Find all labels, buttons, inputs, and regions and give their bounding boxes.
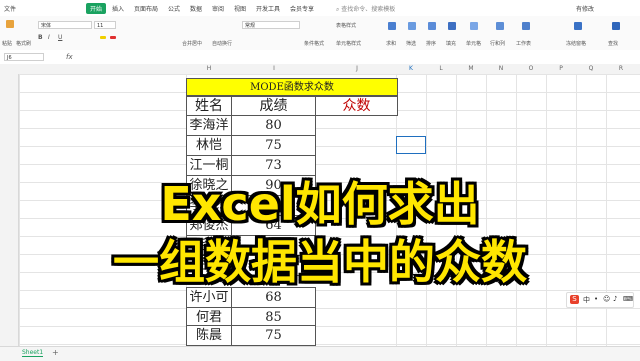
table-cell-name[interactable]: 陈晨	[186, 325, 232, 346]
column-header[interactable]: K	[396, 65, 426, 72]
table-cell-name[interactable]: 李海洋	[186, 115, 232, 136]
menu-insert[interactable]: 插入	[112, 4, 124, 13]
cell-label: 单元格	[466, 41, 482, 47]
cell-style-label[interactable]: 单元格样式	[336, 40, 361, 47]
table-cell-score[interactable]: 80	[231, 115, 316, 136]
menu-review[interactable]: 审阅	[212, 4, 224, 13]
table-title[interactable]: MODE函数求众数	[186, 78, 398, 96]
formula-bar: J6 fx	[0, 50, 640, 65]
font-name-select[interactable]: 宋体	[38, 21, 92, 29]
sheet-tab-bar: Sheet1 +	[0, 346, 640, 361]
format-painter-label[interactable]: 格式刷	[16, 40, 31, 47]
menu-member[interactable]: 会员专享	[290, 4, 314, 13]
freeze-label: 冻结窗格	[566, 41, 587, 47]
search-placeholder: 查找命令、搜索模板	[341, 6, 396, 13]
menu-bar: 文件 开始 插入 页面布局 公式 数据 审阅 视图 开发工具 会员专享 ⌕ 查找…	[0, 0, 640, 17]
ime-keyboard-icon[interactable]: ⌨	[623, 295, 633, 303]
column-header[interactable]: I	[232, 65, 316, 72]
ime-logo-icon[interactable]: S	[570, 295, 579, 304]
column-header[interactable]: L	[426, 65, 456, 72]
ime-mic-icon[interactable]: ♪	[613, 295, 617, 303]
column-header[interactable]: M	[456, 65, 486, 72]
row-col-label: 行和列	[490, 41, 506, 47]
column-header[interactable]: H	[186, 65, 232, 72]
wrap-text-label[interactable]: 自动换行	[212, 40, 232, 47]
sheet-tab[interactable]: Sheet1	[22, 349, 44, 357]
bold-button[interactable]: B	[38, 34, 43, 41]
column-header[interactable]: J	[316, 65, 398, 72]
menu-home[interactable]: 开始	[86, 3, 107, 14]
number-format-select[interactable]: 常规	[242, 21, 300, 29]
cell-icon[interactable]	[470, 22, 478, 30]
row-col-icon[interactable]	[496, 22, 504, 30]
underline-button[interactable]: U	[58, 34, 62, 41]
find-label: 查找	[608, 41, 619, 47]
formula-input[interactable]	[80, 53, 636, 61]
ribbon-toolbar: 粘贴 格式刷 宋体 11 B I U 合并居中 自动换行 常规 条件格式 表格样…	[0, 16, 640, 51]
menu-page-layout[interactable]: 页面布局	[134, 4, 158, 13]
modified-status[interactable]: 有修改	[576, 4, 594, 13]
column-header[interactable]: R	[606, 65, 636, 72]
column-header[interactable]: P	[546, 65, 576, 72]
header-mode[interactable]: 众数	[315, 96, 398, 116]
filter-label: 筛选	[406, 41, 417, 47]
add-sheet-icon[interactable]: +	[52, 348, 59, 357]
menu-data[interactable]: 数据	[190, 4, 202, 13]
caption-line-2: 一组数据当中的众数	[113, 235, 527, 289]
search-command[interactable]: ⌕ 查找命令、搜索模板	[336, 4, 395, 14]
selected-cell[interactable]	[396, 136, 426, 154]
menu-view[interactable]: 视图	[234, 4, 246, 13]
ime-emoji-icon[interactable]: ☺	[603, 295, 610, 303]
sort-label: 排序	[426, 41, 437, 47]
menu-file[interactable]: 文件	[4, 4, 16, 13]
fill-color-icon[interactable]	[100, 36, 106, 39]
search-icon: ⌕	[336, 6, 340, 13]
fill-icon[interactable]	[448, 22, 456, 30]
font-color-icon[interactable]	[110, 36, 116, 39]
column-header[interactable]: Q	[576, 65, 606, 72]
font-size-select[interactable]: 11	[94, 21, 116, 29]
find-icon[interactable]	[612, 22, 620, 30]
ime-punct-icon[interactable]: •	[594, 295, 598, 303]
filter-icon[interactable]	[408, 22, 416, 30]
paste-icon[interactable]	[6, 20, 14, 28]
fill-label: 填充	[446, 41, 457, 47]
table-cell-name[interactable]: 林恺	[186, 135, 232, 156]
merge-center-label[interactable]: 合并居中	[182, 40, 202, 47]
column-header[interactable]: O	[516, 65, 546, 72]
ime-toolbar[interactable]: S 中 • ☺ ♪ ⌨	[566, 292, 634, 308]
sum-icon[interactable]	[388, 22, 396, 30]
header-score[interactable]: 成绩	[231, 96, 316, 116]
ime-lang-icon[interactable]: 中	[583, 295, 590, 305]
table-style-label[interactable]: 表格样式	[336, 22, 356, 29]
worksheet-icon[interactable]	[522, 22, 530, 30]
header-name[interactable]: 姓名	[186, 96, 232, 116]
conditional-format-label[interactable]: 条件格式	[304, 40, 324, 47]
fx-icon[interactable]: fx	[66, 53, 73, 61]
caption-line-1: Excel如何求出	[160, 177, 480, 231]
menu-formulas[interactable]: 公式	[168, 4, 180, 13]
table-cell-score[interactable]: 75	[231, 325, 316, 346]
worksheet-label: 工作表	[516, 41, 532, 47]
paste-label: 粘贴	[2, 41, 13, 47]
sort-icon[interactable]	[428, 22, 436, 30]
italic-button[interactable]: I	[48, 34, 50, 41]
column-header[interactable]: N	[486, 65, 516, 72]
table-cell-score[interactable]: 75	[231, 135, 316, 156]
name-box[interactable]: J6	[4, 53, 44, 61]
freeze-icon[interactable]	[574, 22, 582, 30]
sum-label: 求和	[386, 41, 397, 47]
menu-developer[interactable]: 开发工具	[256, 4, 280, 13]
